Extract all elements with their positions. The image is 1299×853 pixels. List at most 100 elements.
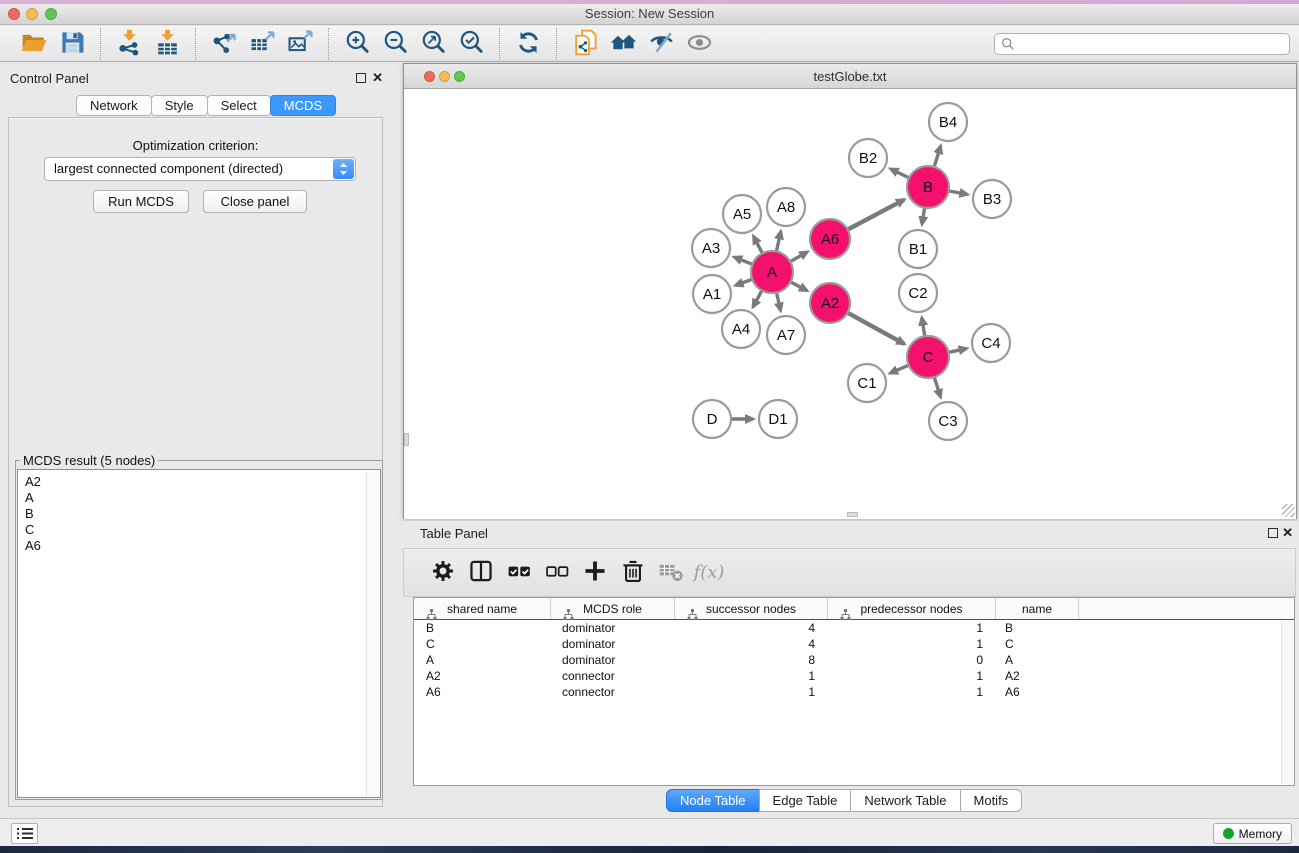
table-row[interactable]: Adominator80A [414, 652, 1294, 668]
tab-select[interactable]: Select [207, 95, 271, 116]
table-settings-gear-button[interactable] [424, 556, 462, 590]
window-edge-handle[interactable] [404, 433, 409, 446]
open-session-button[interactable] [15, 28, 53, 60]
column-header-successor-nodes[interactable]: successor nodes [675, 598, 828, 619]
mcds-result-item[interactable]: C [25, 522, 380, 538]
reset-home-button[interactable] [604, 28, 642, 60]
tab-network[interactable]: Network [76, 95, 152, 116]
node-A7[interactable]: A7 [767, 316, 805, 354]
network-zoom-button[interactable] [454, 71, 465, 82]
edge-C-C4[interactable] [948, 348, 966, 352]
import-network-button[interactable] [110, 28, 148, 60]
node-B[interactable]: B [907, 166, 949, 208]
node-A3[interactable]: A3 [692, 229, 730, 267]
delete-column-button[interactable] [614, 556, 652, 590]
close-window-button[interactable] [8, 8, 20, 20]
node-B4[interactable]: B4 [929, 103, 967, 141]
table-scrollbar[interactable] [1281, 621, 1293, 784]
node-C4[interactable]: C4 [972, 324, 1010, 362]
add-column-button[interactable] [576, 556, 614, 590]
column-header-MCDS-role[interactable]: MCDS role [551, 598, 675, 619]
zoom-fit-button[interactable] [414, 28, 452, 60]
zoom-in-button[interactable] [338, 28, 376, 60]
zoom-selected-button[interactable] [452, 28, 490, 60]
node-A4[interactable]: A4 [722, 310, 760, 348]
edge-A-A8[interactable] [776, 231, 780, 251]
result-list-scrollbar[interactable] [366, 471, 379, 796]
node-A2[interactable]: A2 [810, 283, 850, 323]
edge-A-A2[interactable] [791, 282, 808, 291]
export-image-button[interactable] [281, 28, 319, 60]
float-panel-icon[interactable] [356, 73, 366, 83]
minimize-window-button[interactable] [26, 8, 38, 20]
window-resize-grip[interactable] [1282, 504, 1295, 517]
window-edge-handle[interactable] [847, 512, 858, 517]
node-A[interactable]: A [751, 251, 793, 293]
node-B3[interactable]: B3 [973, 180, 1011, 218]
clone-network-button[interactable] [566, 28, 604, 60]
network-minimize-button[interactable] [439, 71, 450, 82]
edge-B-B3[interactable] [949, 191, 968, 195]
network-window-titlebar[interactable]: testGlobe.txt [404, 64, 1296, 89]
search-input[interactable] [994, 33, 1290, 55]
tab-mcds[interactable]: MCDS [270, 95, 336, 116]
memory-button[interactable]: Memory [1213, 823, 1292, 844]
network-canvas[interactable]: AA1A3A5A8A6A4A7A2BB2B4B3B1CC2C4C1C3DD1 [404, 90, 1296, 519]
delete-table-button[interactable] [652, 556, 690, 590]
edge-A-A6[interactable] [790, 252, 807, 262]
zoom-window-button[interactable] [45, 8, 57, 20]
tab-network-table[interactable]: Network Table [850, 789, 960, 812]
mcds-result-item[interactable]: A6 [25, 538, 380, 554]
zoom-out-button[interactable] [376, 28, 414, 60]
node-C2[interactable]: C2 [899, 274, 937, 312]
column-header-shared-name[interactable]: shared name [414, 598, 551, 619]
unselect-all-columns-button[interactable] [538, 556, 576, 590]
show-graphics-details-button[interactable] [680, 28, 718, 60]
node-D1[interactable]: D1 [759, 400, 797, 438]
save-session-button[interactable] [53, 28, 91, 60]
node-B2[interactable]: B2 [849, 139, 887, 177]
node-C[interactable]: C [907, 336, 949, 378]
column-header-name[interactable]: name [996, 598, 1079, 619]
node-A5[interactable]: A5 [723, 195, 761, 233]
refresh-view-button[interactable] [509, 28, 547, 60]
node-B1[interactable]: B1 [899, 230, 937, 268]
hide-graphics-details-button[interactable] [642, 28, 680, 60]
table-row[interactable]: A2connector11A2 [414, 668, 1294, 684]
import-table-button[interactable] [148, 28, 186, 60]
mcds-result-item[interactable]: B [25, 506, 380, 522]
edge-A-A3[interactable] [734, 257, 752, 264]
tab-motifs[interactable]: Motifs [960, 789, 1023, 812]
edge-A-A7[interactable] [777, 292, 781, 310]
export-network-button[interactable] [205, 28, 243, 60]
close-panel-icon[interactable]: ✕ [372, 72, 383, 84]
edge-A-A5[interactable] [753, 236, 762, 253]
node-A6[interactable]: A6 [810, 219, 850, 259]
split-table-view-button[interactable] [462, 556, 500, 590]
node-C1[interactable]: C1 [848, 364, 886, 402]
fx-function-button[interactable]: f(x) [690, 556, 728, 590]
float-table-panel-icon[interactable] [1268, 528, 1278, 538]
tab-style[interactable]: Style [151, 95, 208, 116]
mcds-result-item[interactable]: A [25, 490, 380, 506]
table-row[interactable]: Bdominator41B [414, 620, 1294, 636]
close-panel-button[interactable]: Close panel [203, 190, 307, 213]
edge-C-C2[interactable] [922, 318, 925, 337]
node-D[interactable]: D [693, 400, 731, 438]
table-row[interactable]: Cdominator41C [414, 636, 1294, 652]
tab-edge-table[interactable]: Edge Table [759, 789, 852, 812]
node-C3[interactable]: C3 [929, 402, 967, 440]
edge-B-B2[interactable] [891, 169, 910, 178]
run-mcds-button[interactable]: Run MCDS [93, 190, 189, 213]
node-A1[interactable]: A1 [693, 275, 731, 313]
close-table-panel-icon[interactable]: ✕ [1282, 527, 1293, 539]
edge-C-C3[interactable] [934, 377, 940, 397]
export-table-button[interactable] [243, 28, 281, 60]
network-close-button[interactable] [424, 71, 435, 82]
select-all-columns-button[interactable] [500, 556, 538, 590]
table-row[interactable]: A6connector11A6 [414, 684, 1294, 700]
edge-A2-C[interactable] [848, 313, 905, 344]
status-menu-button[interactable] [11, 823, 38, 844]
tab-node-table[interactable]: Node Table [666, 789, 760, 812]
column-header-predecessor-nodes[interactable]: predecessor nodes [828, 598, 996, 619]
